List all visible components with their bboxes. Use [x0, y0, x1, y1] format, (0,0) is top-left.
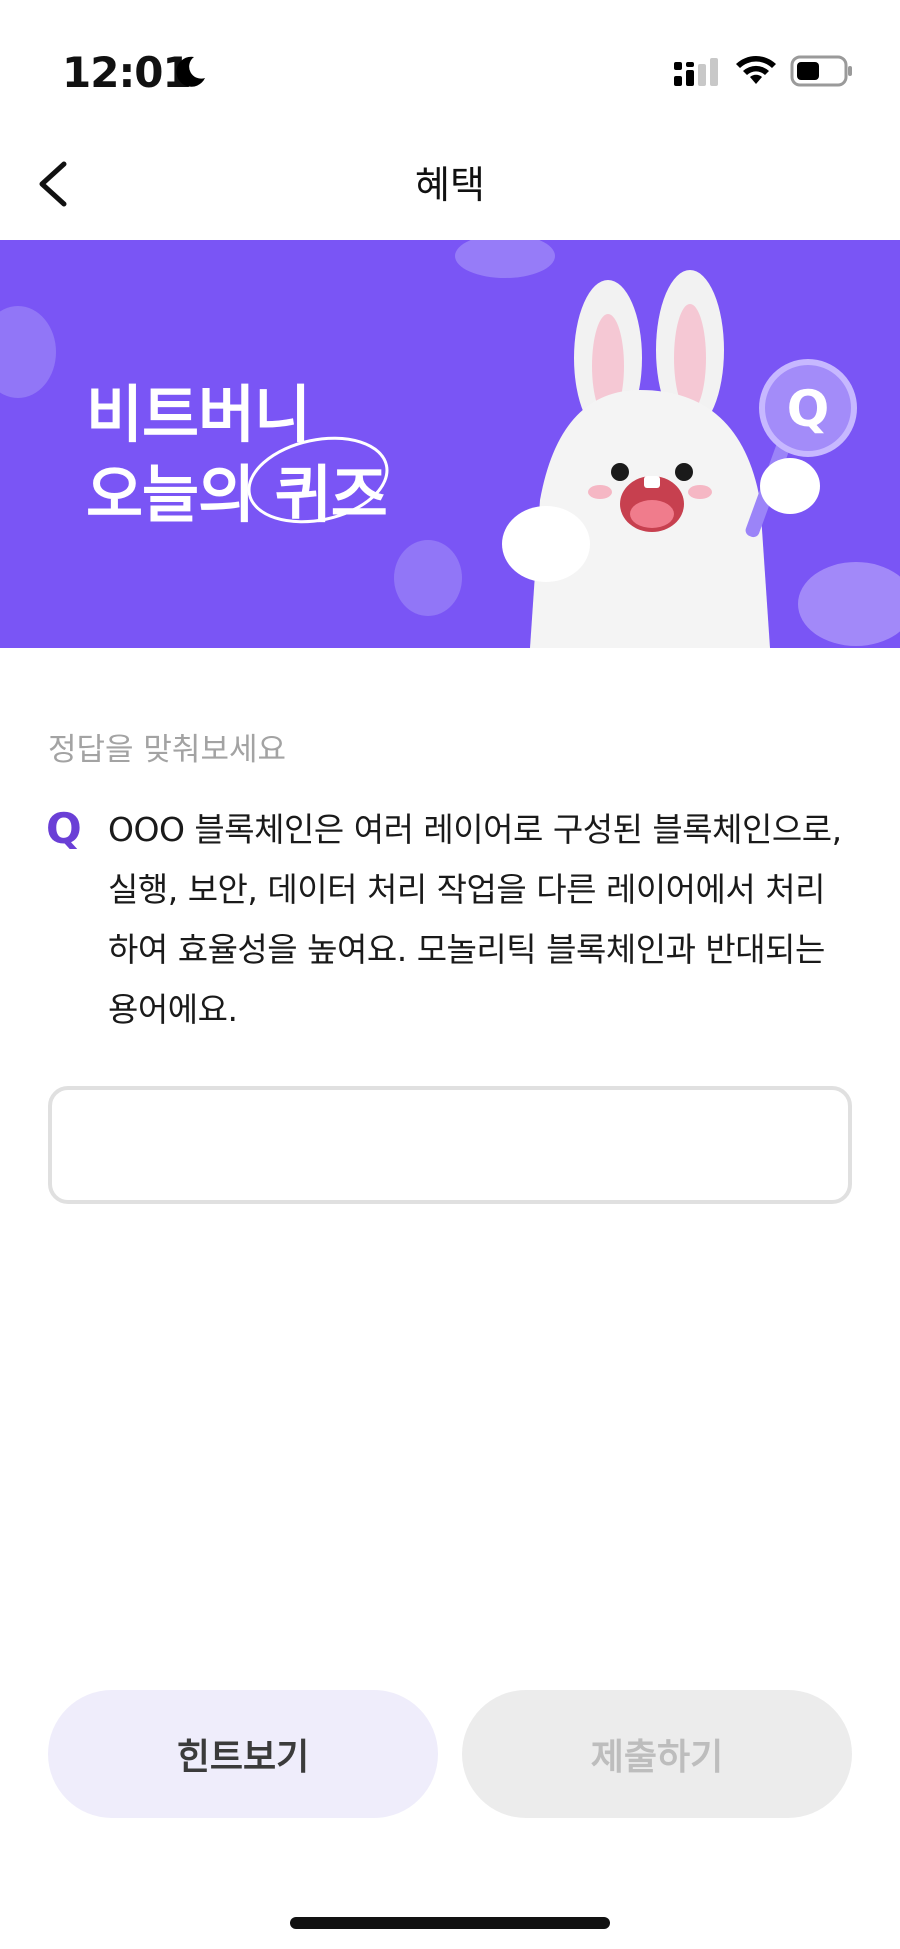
wifi-icon — [736, 56, 776, 84]
submit-button[interactable]: 제출하기 — [462, 1690, 852, 1818]
page-title: 혜택 — [415, 163, 485, 207]
quiz-screen: 12:01 혜택 Q 비트버니 오늘의 퀴즈 정답을 맞춰보세요 Q OOO 블… — [0, 0, 900, 1949]
banner-title-line2: 오늘의 퀴즈 — [86, 458, 388, 531]
question-mark-label: Q — [46, 804, 82, 853]
quiz-question: OOO 블록체인은 여러 레이어로 구성된 블록체인으로, 실행, 보안, 데이… — [108, 810, 842, 1029]
banner-title-line1: 비트버니 — [86, 378, 311, 451]
banner-q-badge: Q — [787, 380, 830, 438]
battery-icon — [790, 55, 852, 87]
cellular-signal-icon — [674, 58, 718, 86]
coin-decoration — [394, 540, 462, 616]
navigation-bar: 혜택 — [0, 130, 900, 240]
quiz-banner: Q 비트버니 오늘의 퀴즈 — [0, 240, 900, 648]
hint-button[interactable]: 힌트보기 — [48, 1690, 438, 1818]
coin-decoration — [0, 306, 56, 398]
answer-input[interactable] — [48, 1086, 852, 1204]
coin-decoration — [798, 562, 900, 646]
moon-icon — [176, 56, 205, 87]
status-bar: 12:01 — [0, 0, 900, 130]
coin-decoration — [455, 240, 555, 278]
home-indicator — [290, 1917, 610, 1929]
quiz-prompt: 정답을 맞춰보세요 — [48, 732, 287, 768]
